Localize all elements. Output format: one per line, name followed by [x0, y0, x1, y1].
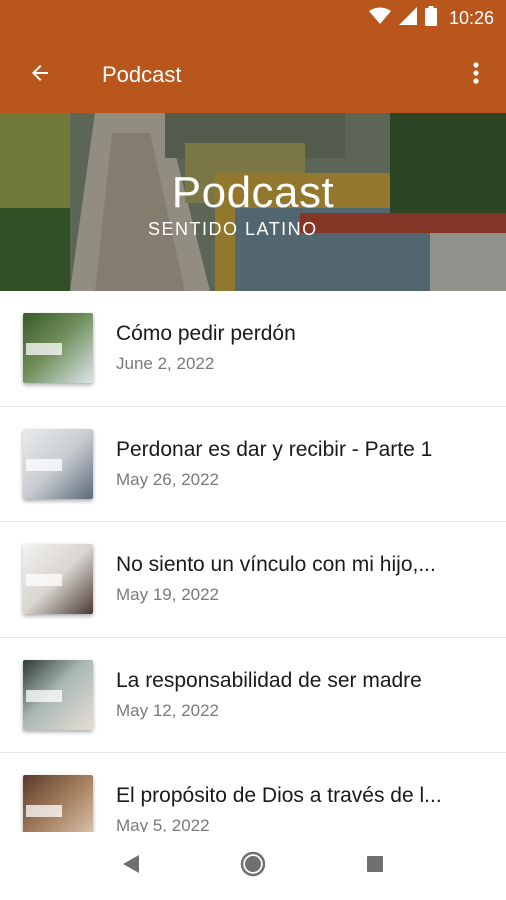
nav-back-button[interactable]: [111, 846, 151, 886]
episode-title: Cómo pedir perdón: [116, 322, 296, 346]
banner-subtitle: SENTIDO LATINO: [148, 219, 318, 239]
episode-title: La responsabilidad de ser madre: [116, 668, 422, 692]
banner-title: Podcast: [171, 168, 335, 217]
list-item[interactable]: Perdonar es dar y recibir - Parte 1 May …: [0, 407, 506, 522]
overflow-menu-button[interactable]: [446, 37, 506, 113]
episode-thumbnail: [23, 313, 93, 384]
episode-thumbnail: [23, 544, 93, 615]
page-title: Podcast: [102, 62, 182, 87]
episode-date: May 19, 2022: [116, 585, 220, 605]
episode-title: Perdonar es dar y recibir - Parte 1: [116, 437, 433, 461]
wifi-icon: [368, 7, 391, 30]
nav-back-icon: [122, 854, 140, 879]
nav-home-icon: [240, 851, 266, 882]
list-item[interactable]: La responsabilidad de ser madre May 12, …: [0, 638, 506, 753]
episode-date: May 12, 2022: [116, 700, 220, 720]
list-item[interactable]: Cómo pedir perdón June 2, 2022: [0, 291, 506, 407]
system-nav-bar: [0, 832, 506, 900]
status-time: 10:26: [448, 8, 494, 28]
nav-recents-icon: [366, 855, 384, 878]
podcast-banner: Podcast SENTIDO LATINO: [0, 113, 506, 291]
episode-thumbnail: [23, 428, 93, 499]
signal-icon: [398, 7, 417, 30]
app-bar: Podcast: [0, 37, 506, 113]
more-vert-icon: [473, 61, 479, 90]
back-button[interactable]: [0, 37, 80, 113]
nav-home-button[interactable]: [233, 846, 273, 886]
list-item[interactable]: El propósito de Dios a través de l... Ma…: [0, 753, 506, 832]
battery-icon: [424, 6, 437, 31]
episode-thumbnail: [23, 775, 93, 832]
nav-recents-button[interactable]: [355, 846, 395, 886]
episode-date: June 2, 2022: [116, 354, 215, 374]
episode-date: May 5, 2022: [116, 816, 210, 832]
episode-title: El propósito de Dios a través de l...: [116, 784, 442, 808]
episode-thumbnail: [23, 659, 93, 730]
episode-date: May 26, 2022: [116, 469, 220, 489]
episode-list: Cómo pedir perdón June 2, 2022 Perdonar …: [0, 291, 506, 832]
episode-title: No siento un vínculo con mi hijo,...: [116, 553, 436, 577]
status-bar: 10:26: [0, 0, 506, 37]
list-item[interactable]: No siento un vínculo con mi hijo,... May…: [0, 522, 506, 638]
back-arrow-icon: [28, 61, 52, 90]
